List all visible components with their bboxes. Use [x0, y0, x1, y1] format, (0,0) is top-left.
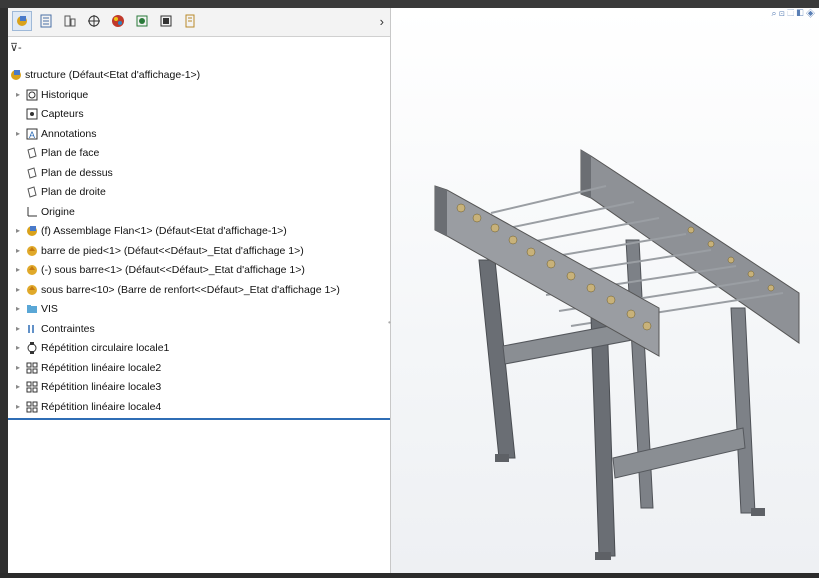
- origin-icon: [26, 206, 38, 218]
- sensor-icon: [26, 108, 38, 120]
- feature-manager-icon: [15, 14, 29, 28]
- appearance-icon: [111, 14, 125, 28]
- tree-item[interactable]: Plan de droite: [10, 183, 388, 201]
- tab-display-manager[interactable]: [156, 11, 176, 31]
- foosball-table-model: [391, 8, 819, 573]
- svg-text:A: A: [29, 130, 35, 140]
- circular-pattern-icon: [26, 342, 38, 354]
- tree-item[interactable]: ▸ (-) sous barre<1> (Défaut<<Défaut>_Etat…: [10, 261, 388, 279]
- expand-arrow-icon[interactable]: ▸: [16, 86, 24, 104]
- tree-item-label: Plan de face: [41, 144, 99, 162]
- tree-item-label: Plan de droite: [41, 183, 106, 201]
- tree-item-label: barre de pied<1> (Défaut<<Défaut>_Etat d…: [41, 242, 304, 260]
- assembly-icon: [10, 69, 22, 81]
- tree-item-label: sous barre<10> (Barre de renfort<<Défaut…: [41, 281, 340, 299]
- tree-item[interactable]: ▸ Répétition circulaire locale1: [10, 339, 388, 357]
- tree-item-label: Capteurs: [41, 105, 84, 123]
- tree-end-separator: [8, 418, 390, 420]
- tree-item[interactable]: ▸ sous barre<10> (Barre de renfort<<Défau…: [10, 281, 388, 299]
- expand-arrow-icon[interactable]: ▸: [16, 339, 24, 357]
- cam-tree-icon: [183, 14, 197, 28]
- tabs-scroll-right-icon[interactable]: ›: [380, 14, 384, 29]
- expand-arrow-icon[interactable]: ▸: [16, 398, 24, 416]
- tree-item-label: Annotations: [41, 125, 96, 143]
- tree-item-label: Historique: [41, 86, 88, 104]
- part-icon: [26, 264, 38, 276]
- tab-cam-tree[interactable]: [180, 11, 200, 31]
- part-icon: [26, 245, 38, 257]
- tree-item[interactable]: ▸ Répétition linéaire locale4: [10, 398, 388, 416]
- window-edge: [0, 8, 8, 573]
- tab-feature-manager[interactable]: [12, 11, 32, 31]
- expand-arrow-icon[interactable]: ▸: [16, 281, 24, 299]
- tab-camview[interactable]: [132, 11, 152, 31]
- feature-manager-panel: › ⊽- structure (Défaut<Etat d'affichage-…: [8, 8, 391, 573]
- tree-item[interactable]: ▸ Répétition linéaire locale2: [10, 359, 388, 377]
- tree-item-label: (-) sous barre<1> (Défaut<<Défaut>_Etat …: [41, 261, 305, 279]
- tree-item[interactable]: ▸ VIS: [10, 300, 388, 318]
- expand-arrow-icon[interactable]: ▸: [16, 125, 24, 143]
- expand-arrow-icon[interactable]: ▸: [16, 222, 24, 240]
- history-icon: [26, 89, 38, 101]
- tree-item-label: Origine: [41, 203, 75, 221]
- tree-item[interactable]: ▸ Contraintes: [10, 320, 388, 338]
- tree-item-label: VIS: [41, 300, 58, 318]
- tree-item-label: (f) Assemblage Flan<1> (Défaut<Etat d'af…: [41, 222, 287, 240]
- tree-item[interactable]: ▸ A Annotations: [10, 125, 388, 143]
- linear-pattern-icon: [26, 401, 38, 413]
- expand-arrow-icon[interactable]: ▸: [16, 378, 24, 396]
- plane-icon: [26, 186, 38, 198]
- expand-arrow-icon[interactable]: ▸: [16, 359, 24, 377]
- property-manager-icon: [39, 14, 53, 28]
- camview-icon: [135, 14, 149, 28]
- expand-arrow-icon[interactable]: ▸: [16, 261, 24, 279]
- annotation-icon: A: [26, 128, 38, 140]
- plane-icon: [26, 147, 38, 159]
- title-bar: [0, 0, 819, 8]
- tree-item-label: structure (Défaut<Etat d'affichage-1>): [25, 66, 200, 84]
- expand-arrow-icon[interactable]: ▸: [16, 300, 24, 318]
- mates-icon: [26, 323, 38, 335]
- linear-pattern-icon: [26, 381, 38, 393]
- tree-item[interactable]: structure (Défaut<Etat d'affichage-1>): [10, 66, 388, 84]
- tree-item-label: Répétition linéaire locale3: [41, 378, 161, 396]
- tree-item[interactable]: Plan de face: [10, 144, 388, 162]
- panel-tabs: ›: [8, 8, 390, 37]
- graphics-viewport[interactable]: ⌕ ⊡ ⬚ ◧ ◈: [391, 8, 819, 573]
- tree-item-label: Répétition linéaire locale2: [41, 359, 161, 377]
- heads-up-toolbar[interactable]: ⌕ ⊡ ⬚ ◧ ◈: [771, 8, 815, 19]
- tree-item-label: Contraintes: [41, 320, 95, 338]
- tree-item[interactable]: ▸ Historique: [10, 86, 388, 104]
- tree-item-label: Plan de dessus: [41, 164, 113, 182]
- tree-item[interactable]: ▸ Répétition linéaire locale3: [10, 378, 388, 396]
- tab-appearance[interactable]: [108, 11, 128, 31]
- tree-item-label: Répétition linéaire locale4: [41, 398, 161, 416]
- expand-arrow-icon[interactable]: ▸: [16, 320, 24, 338]
- configuration-manager-icon: [63, 14, 77, 28]
- tree-item[interactable]: Origine: [10, 203, 388, 221]
- tree-item[interactable]: Plan de dessus: [10, 164, 388, 182]
- dimxpert-icon: [87, 14, 101, 28]
- part-icon: [26, 284, 38, 296]
- subassembly-icon: [26, 225, 38, 237]
- folder-icon: [26, 303, 38, 315]
- tab-dimxpert[interactable]: [84, 11, 104, 31]
- tab-configuration-manager[interactable]: [60, 11, 80, 31]
- tree-filter[interactable]: ⊽-: [10, 41, 40, 57]
- tree-item-label: Répétition circulaire locale1: [41, 339, 169, 357]
- plane-icon: [26, 167, 38, 179]
- tree-item[interactable]: ▸ barre de pied<1> (Défaut<<Défaut>_Etat …: [10, 242, 388, 260]
- linear-pattern-icon: [26, 362, 38, 374]
- expand-arrow-icon[interactable]: ▸: [16, 242, 24, 260]
- tab-property-manager[interactable]: [36, 11, 56, 31]
- tree-item[interactable]: Capteurs: [10, 105, 388, 123]
- tree-item[interactable]: ▸ (f) Assemblage Flan<1> (Défaut<Etat d'a…: [10, 222, 388, 240]
- display-manager-icon: [159, 14, 173, 28]
